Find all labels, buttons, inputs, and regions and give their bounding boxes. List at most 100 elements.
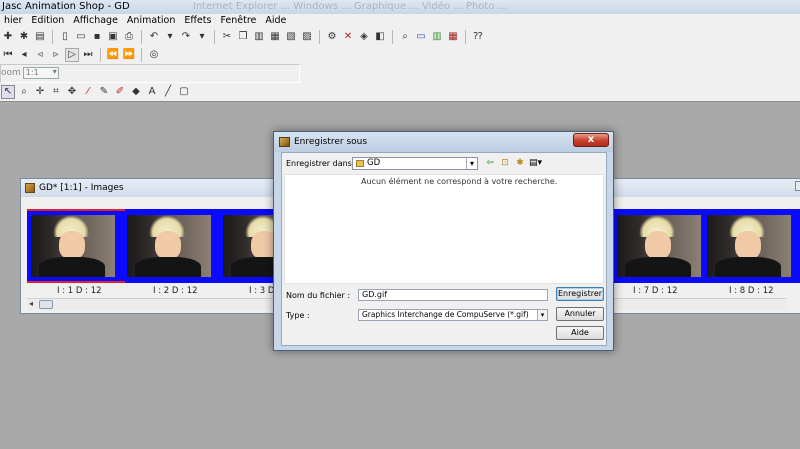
chevron-down-icon[interactable]: ▾ (537, 310, 547, 320)
paste-new-icon[interactable]: ▦ (268, 30, 282, 44)
line-tool-icon[interactable]: ╱ (161, 85, 175, 99)
move-tool-icon[interactable]: ✥ (65, 85, 79, 99)
menu-window[interactable]: Fenêtre (216, 14, 261, 28)
standard-toolbar: ✚ ✱ ▤ ▯ ▭ ▪ ▣ ⎙ ↶ ▾ ↷ ▾ ✂ ❐ ▥ ▦ ▧ ▨ ⚙ ✕ … (0, 28, 485, 46)
paste-before-icon[interactable]: ▧ (284, 30, 298, 44)
copy-icon[interactable]: ❐ (236, 30, 250, 44)
frame-thumbnail[interactable] (707, 215, 791, 277)
up-folder-icon[interactable]: ⊡ (499, 157, 511, 169)
selection-bottom (27, 281, 125, 283)
frame-thumbnail[interactable] (617, 215, 701, 277)
file-type-select[interactable]: Graphics Interchange de CompuServe (*.gi… (358, 309, 548, 321)
workspace-edge (0, 101, 800, 102)
paintbrush-tool-icon[interactable]: ✎ (97, 85, 111, 99)
new-animation-icon[interactable]: ✚ (1, 30, 15, 44)
playback-toolbar: ⏮ ◂ ◃ ▹ ▷ ⏭ ⏪ ⏩ ◎ (0, 46, 161, 64)
play-icon[interactable]: ▷ (65, 48, 79, 62)
save-button[interactable]: Enregistrer (556, 287, 604, 301)
text-tool-icon[interactable]: A (145, 85, 159, 99)
animation-icon (25, 183, 35, 193)
menu-file[interactable]: hier (0, 14, 27, 28)
arrow-tool-icon[interactable]: ↖ (1, 85, 15, 99)
empty-message: Aucun élément ne correspond à votre rech… (361, 177, 558, 186)
cancel-button[interactable]: Annuler (556, 307, 604, 321)
save-icon[interactable]: ▪ (90, 30, 104, 44)
new-folder-icon[interactable]: ✱ (514, 157, 526, 169)
resize-icon[interactable]: ◧ (373, 30, 387, 44)
app-titlebar: Jasc Animation Shop - GD Internet Explor… (0, 0, 800, 14)
dialog-body: Enregistrer dans : GD ▾ ⇦ ⊡ ✱ ▤▾ Aucun é… (281, 152, 607, 346)
file-list[interactable]: Aucun élément ne correspond à votre rech… (284, 174, 604, 284)
save-as-dialog: Enregistrer sous x Enregistrer dans : GD… (273, 131, 614, 351)
chevron-down-icon[interactable]: ▾ (466, 158, 477, 169)
delete-frame-icon[interactable]: ✕ (341, 30, 355, 44)
back-icon[interactable]: ⇦ (484, 157, 496, 169)
tools-toolbar: ↖ ⌕ ✛ ⌗ ✥ ⁄ ✎ ✐ ◆ A ╱ ▢ (0, 83, 191, 101)
frame-thumbnail[interactable] (127, 215, 211, 277)
frame-thumbnail[interactable] (31, 215, 115, 277)
undo-icon[interactable]: ↶ (147, 30, 161, 44)
close-button[interactable]: x (573, 133, 609, 147)
selection-top (27, 209, 125, 211)
new-icon[interactable]: ▯ (58, 30, 72, 44)
dialog-app-icon (279, 137, 290, 147)
zoom-tool-icon[interactable]: ⌕ (17, 85, 31, 99)
last-frame-icon[interactable]: ⏭ (81, 48, 95, 62)
menu-view[interactable]: Affichage (69, 14, 123, 28)
step-forward-icon[interactable]: ▹ (49, 48, 63, 62)
first-frame-icon[interactable]: ⏮ (1, 48, 15, 62)
onion-skin-icon[interactable]: ◎ (147, 48, 161, 62)
dialog-nav-toolbar: ⇦ ⊡ ✱ ▤▾ (484, 157, 542, 169)
menu-bar: hier Edition Affichage Animation Effets … (0, 14, 800, 28)
window-control-button[interactable] (795, 181, 800, 191)
file-type-label: Type : (286, 311, 310, 320)
crop-tool-icon[interactable]: ⌗ (49, 85, 63, 99)
menu-edit[interactable]: Edition (27, 14, 69, 28)
menu-animation[interactable]: Animation (123, 14, 180, 28)
context-help-icon[interactable]: ⁇ (471, 30, 485, 44)
save-as-icon[interactable]: ▣ (106, 30, 120, 44)
toolbar-area: ✚ ✱ ▤ ▯ ▭ ▪ ▣ ⎙ ↶ ▾ ↷ ▾ ✂ ❐ ▥ ▦ ▧ ▨ ⚙ ✕ … (0, 28, 800, 102)
look-in-label: Enregistrer dans : (286, 159, 358, 168)
step-back-icon[interactable]: ◃ (33, 48, 47, 62)
dropper-tool-icon[interactable]: ⁄ (81, 85, 95, 99)
insert-frame-icon[interactable]: ◈ (357, 30, 371, 44)
ghost-title: Internet Explorer ... Windows ... Graphi… (192, 1, 508, 12)
redo-icon[interactable]: ↷ (179, 30, 193, 44)
frame-view-icon[interactable]: ▭ (414, 30, 428, 44)
frame-properties-icon[interactable]: ⚙ (325, 30, 339, 44)
paste-icon[interactable]: ▥ (252, 30, 266, 44)
scroll-left-icon[interactable]: ◂ (29, 299, 33, 309)
redo-dropdown-icon[interactable]: ▾ (195, 30, 209, 44)
dialog-titlebar[interactable]: Enregistrer sous x (274, 132, 613, 152)
scroll-thumb[interactable] (39, 300, 53, 309)
folder-icon (356, 160, 364, 167)
help-button[interactable]: Aide (556, 326, 604, 340)
file-name-field[interactable]: GD.gif (358, 289, 548, 301)
menu-help[interactable]: Aide (261, 14, 291, 28)
app-title: Jasc Animation Shop - GD (2, 1, 130, 12)
view-menu-icon[interactable]: ▤▾ (529, 157, 542, 169)
menu-effects[interactable]: Effets (180, 14, 216, 28)
file-type-value: Graphics Interchange de CompuServe (*.gi… (362, 310, 529, 319)
frame-label: I : 8 D : 12 (729, 286, 774, 296)
fill-tool-icon[interactable]: ◆ (129, 85, 143, 99)
view-animation-icon[interactable]: ⌕ (398, 30, 412, 44)
shape-tool-icon[interactable]: ▢ (177, 85, 191, 99)
next-icon[interactable]: ⏩ (122, 48, 136, 62)
prev-frame-icon[interactable]: ◂ (17, 48, 31, 62)
cut-icon[interactable]: ✂ (220, 30, 234, 44)
prev-icon[interactable]: ⏪ (106, 48, 120, 62)
paste-after-icon[interactable]: ▨ (300, 30, 314, 44)
mover-tool-icon[interactable]: ✛ (33, 85, 47, 99)
palette-icon[interactable]: ▥ (430, 30, 444, 44)
eraser-tool-icon[interactable]: ✐ (113, 85, 127, 99)
images-window-title: GD* [1:1] - Images (39, 183, 124, 193)
undo-dropdown-icon[interactable]: ▾ (163, 30, 177, 44)
print-icon[interactable]: ⎙ (122, 30, 136, 44)
look-in-select[interactable]: GD ▾ (352, 157, 478, 170)
wizard-icon[interactable]: ✱ (17, 30, 31, 44)
banner-wizard-icon[interactable]: ▤ (33, 30, 47, 44)
open-icon[interactable]: ▭ (74, 30, 88, 44)
optimize-icon[interactable]: ▦ (446, 30, 460, 44)
